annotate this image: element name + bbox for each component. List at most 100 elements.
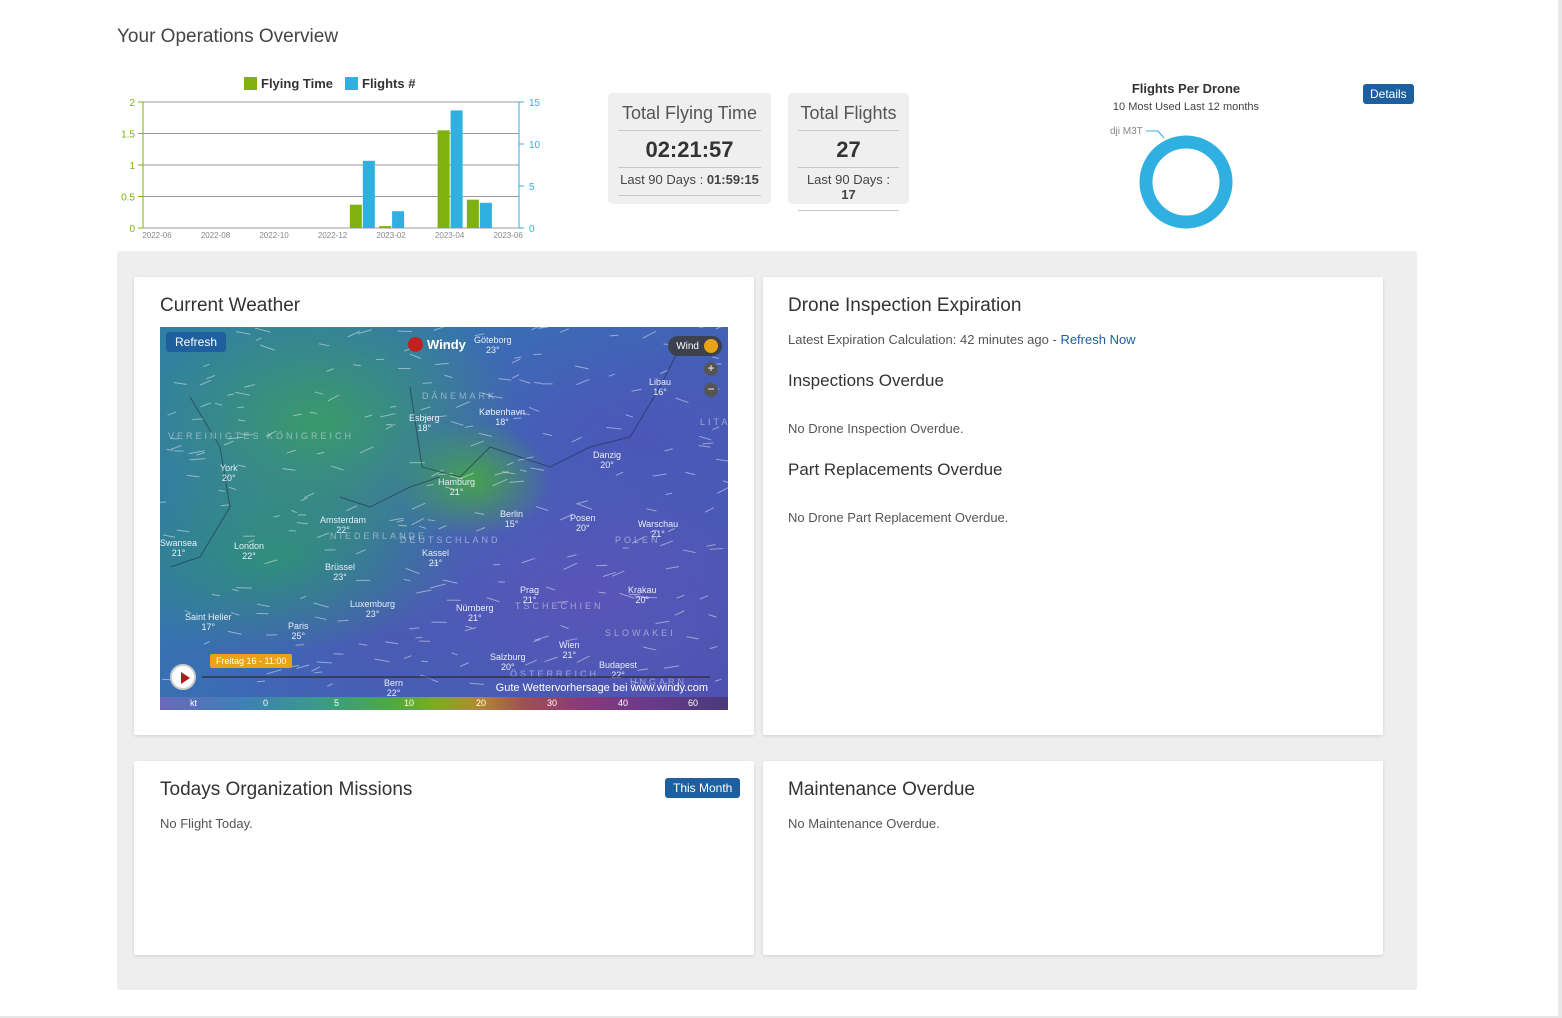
wind-streak bbox=[534, 381, 542, 384]
wind-streak bbox=[674, 610, 685, 616]
wind-streak bbox=[521, 557, 536, 564]
city-name: Budapest bbox=[599, 660, 638, 670]
windy-credit[interactable]: Gute Wettervorhersage bei www.windy.com bbox=[496, 682, 708, 694]
map-city-label: London 22° bbox=[234, 541, 264, 561]
wind-streak bbox=[254, 327, 271, 333]
play-icon[interactable] bbox=[170, 664, 196, 690]
wind-streak bbox=[675, 397, 689, 404]
wind-streak bbox=[606, 426, 622, 430]
wind-streak bbox=[296, 522, 309, 525]
wind-streak bbox=[355, 549, 366, 555]
wind-streak bbox=[282, 468, 296, 471]
wind-streak bbox=[704, 507, 715, 513]
map-city-label: Nürnberg 21° bbox=[456, 603, 494, 623]
right-axis-tick-label: 15 bbox=[529, 98, 541, 109]
wind-streak bbox=[218, 489, 226, 492]
wind-layer-selector[interactable]: Wind bbox=[668, 336, 722, 356]
city-name: Luxemburg bbox=[350, 599, 396, 609]
donut-svg: dji M3T bbox=[1110, 126, 1233, 229]
wind-streak bbox=[511, 358, 521, 364]
city-temperature: 23° bbox=[365, 609, 380, 619]
wind-streak bbox=[433, 327, 445, 331]
map-refresh-button[interactable]: Refresh bbox=[166, 332, 227, 352]
city-temperature: 21° bbox=[171, 548, 186, 558]
map-city-label: København 18° bbox=[479, 407, 525, 427]
wind-streak bbox=[567, 554, 577, 558]
x-axis-tick-label: 2023-06 bbox=[493, 231, 523, 240]
wind-streak bbox=[214, 402, 223, 406]
x-axis-tick-label: 2022-08 bbox=[201, 231, 231, 240]
x-axis-tick-label: 2023-04 bbox=[435, 231, 465, 240]
wind-streak bbox=[702, 442, 714, 445]
wind-streak bbox=[220, 504, 230, 507]
wind-streak bbox=[665, 492, 673, 495]
wind-streak bbox=[475, 526, 486, 532]
wind-streak bbox=[531, 327, 539, 331]
wind-streak bbox=[715, 327, 722, 330]
wind-streak bbox=[469, 682, 484, 685]
city-name: Berlin bbox=[500, 509, 524, 519]
wind-streak bbox=[255, 337, 262, 341]
wind-streak bbox=[389, 405, 397, 408]
legend-item-flights[interactable]: Flights # bbox=[345, 76, 415, 91]
wind-streak bbox=[206, 374, 216, 380]
map-city-label: Berlin 15° bbox=[500, 509, 523, 529]
wind-streak bbox=[170, 444, 182, 450]
map-city-label: Saint Helier 17° bbox=[185, 612, 232, 632]
flying-time-chart-svg: 0 0.5 1 1.5 2 0 5 10 15 2022-06 2022-08 2022-10 2022… bbox=[121, 98, 541, 240]
wind-streak bbox=[223, 440, 234, 446]
details-button[interactable]: Details bbox=[1363, 84, 1414, 104]
windy-brand[interactable]: Windy bbox=[408, 337, 466, 352]
wind-streak bbox=[167, 411, 177, 416]
city-name: Krakau bbox=[628, 585, 657, 595]
map-city-label: Krakau 20° bbox=[628, 585, 657, 605]
this-month-button[interactable]: This Month bbox=[665, 778, 741, 798]
wind-streak bbox=[615, 471, 624, 476]
wind-streak bbox=[311, 666, 321, 672]
wind-streak bbox=[699, 435, 712, 441]
city-name: København bbox=[479, 407, 526, 417]
zoom-out-button[interactable]: − bbox=[704, 383, 718, 397]
wind-streak bbox=[327, 683, 333, 687]
map-city-label: York 20° bbox=[220, 463, 238, 483]
bar-flying-time bbox=[437, 130, 450, 228]
page-title: Your Operations Overview bbox=[117, 26, 339, 47]
forecast-timeline[interactable] bbox=[202, 676, 710, 678]
wind-streak bbox=[444, 374, 453, 379]
wind-streak bbox=[244, 384, 255, 388]
wind-streak bbox=[409, 353, 421, 359]
scale-value: 10 bbox=[404, 698, 415, 708]
wind-streak bbox=[259, 344, 276, 351]
donut-slice-dji-m3t[interactable] bbox=[1139, 135, 1233, 229]
city-temperature: 18° bbox=[495, 417, 509, 427]
maintenance-overdue-card: Maintenance Overdue No Maintenance Overd… bbox=[763, 761, 1383, 955]
zoom-in-button[interactable]: + bbox=[704, 362, 718, 376]
wind-streak bbox=[563, 562, 578, 571]
wind-streak bbox=[642, 330, 657, 339]
wind-streak bbox=[256, 680, 266, 683]
wind-streak bbox=[486, 597, 500, 603]
weather-map[interactable]: Göteborg 23° Esbjerg 18° København 18° Libau 16… bbox=[160, 327, 728, 710]
wind-streak bbox=[411, 502, 426, 510]
map-city-label: Hamburg 21° bbox=[438, 477, 475, 497]
city-temperature: 21° bbox=[562, 650, 577, 660]
wind-streak bbox=[571, 436, 582, 443]
total-flying-time-value: 02:21:57 bbox=[645, 137, 734, 162]
refresh-now-link[interactable]: Refresh Now bbox=[1060, 332, 1135, 347]
forecast-time-tag: Freitag 16 - 11:00 bbox=[210, 654, 293, 668]
scrollbar-track[interactable] bbox=[1558, 0, 1562, 1018]
wind-streak bbox=[353, 364, 361, 367]
wind-streak bbox=[403, 655, 412, 659]
x-axis-tick-label: 2022-12 bbox=[318, 231, 348, 240]
scale-value: 5 bbox=[334, 698, 340, 708]
map-country-label: DÄNEMARK bbox=[422, 391, 498, 401]
map-city-label: Posen 20° bbox=[570, 513, 596, 533]
wind-streak bbox=[506, 461, 514, 466]
legend-item-flying-time[interactable]: Flying Time bbox=[244, 76, 333, 91]
left-axis-tick-label: 2 bbox=[129, 98, 135, 109]
wind-streak bbox=[474, 512, 485, 515]
wind-streak bbox=[346, 505, 358, 512]
scale-value: 30 bbox=[547, 698, 558, 708]
wind-streak bbox=[631, 388, 642, 392]
wind-streak bbox=[313, 602, 329, 608]
